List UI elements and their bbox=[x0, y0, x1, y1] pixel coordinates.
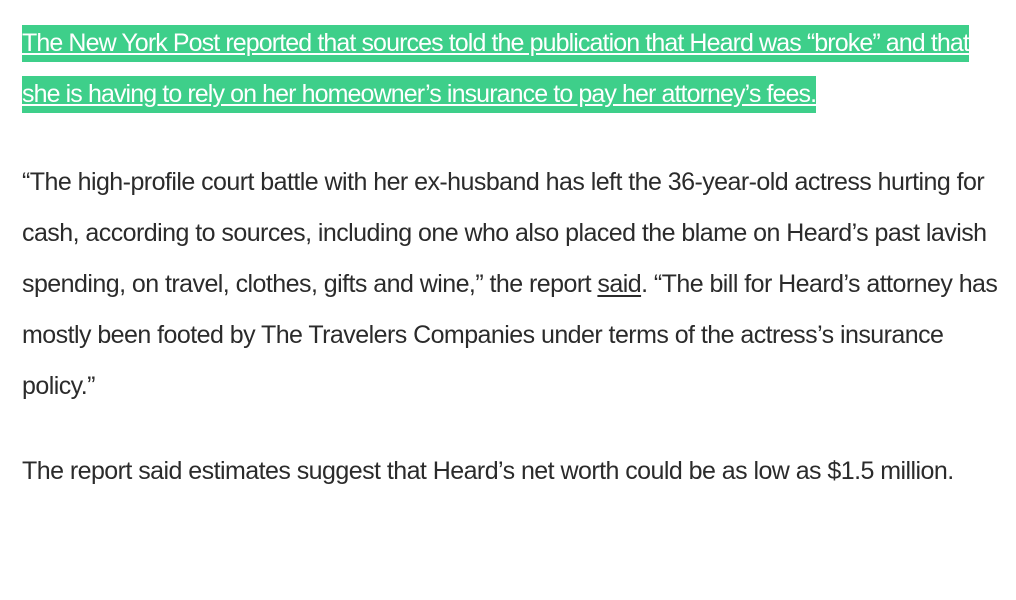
quote-paragraph: “The high-profile court battle with her … bbox=[22, 157, 1002, 412]
highlighted-paragraph: The New York Post reported that sources … bbox=[22, 18, 1002, 120]
highlighted-text[interactable]: The New York Post reported that sources … bbox=[22, 25, 970, 113]
said-link[interactable]: said bbox=[597, 270, 641, 298]
net-worth-paragraph: The report said estimates suggest that H… bbox=[22, 457, 954, 485]
article-body: The New York Post reported that sources … bbox=[0, 0, 1016, 600]
